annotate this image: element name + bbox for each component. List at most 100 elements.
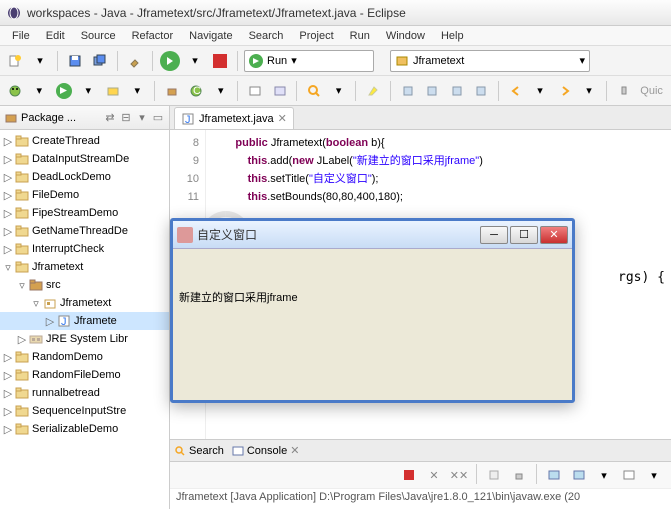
expand-icon[interactable]: ▷: [2, 153, 14, 166]
search-tab[interactable]: Search: [174, 445, 224, 457]
menu-run[interactable]: Run: [342, 28, 378, 44]
expand-icon[interactable]: ▷: [2, 369, 14, 382]
expand-icon[interactable]: ▿: [30, 297, 42, 310]
annotation-prev-button[interactable]: [397, 80, 419, 102]
jframe-popup[interactable]: 自定义窗口 ─ ☐ ✕ 新建立的窗口采用jframe: [170, 218, 575, 403]
menu-refactor[interactable]: Refactor: [124, 28, 182, 44]
run-config-select[interactable]: Run ▾: [244, 50, 374, 72]
jframe-close-button[interactable]: ✕: [540, 226, 568, 244]
tree-item-src[interactable]: ▿src: [0, 276, 169, 294]
run-dropdown[interactable]: ▾: [184, 50, 206, 72]
clear-console-button[interactable]: [483, 464, 505, 486]
new-dropdown[interactable]: ▾: [29, 50, 51, 72]
expand-icon[interactable]: ▷: [2, 423, 14, 436]
search-dropdown[interactable]: ▾: [328, 80, 350, 102]
expand-icon[interactable]: ▷: [2, 387, 14, 400]
tree-item-jframetext[interactable]: ▿Jframetext: [0, 258, 169, 276]
search-button[interactable]: [303, 80, 325, 102]
new-class-dropdown[interactable]: ▾: [210, 80, 232, 102]
display-selected-button[interactable]: ▾: [593, 464, 615, 486]
annotation-button-3[interactable]: [446, 80, 468, 102]
expand-icon[interactable]: ▷: [2, 351, 14, 364]
debug-dropdown[interactable]: ▾: [29, 80, 51, 102]
tree-item-deadlockdemo[interactable]: ▷DeadLockDemo: [0, 168, 169, 186]
tree-item-sequenceinputstre[interactable]: ▷SequenceInputStre: [0, 402, 169, 420]
terminate-button[interactable]: [398, 464, 420, 486]
forward-button[interactable]: [554, 80, 576, 102]
tree-item-filedemo[interactable]: ▷FileDemo: [0, 186, 169, 204]
tree-item-runnalbetread[interactable]: ▷runnalbetread: [0, 384, 169, 402]
build-button[interactable]: [124, 50, 146, 72]
back-dropdown[interactable]: ▾: [529, 80, 551, 102]
stop-button[interactable]: [209, 50, 231, 72]
tree-item-serializabledemo[interactable]: ▷SerializableDemo: [0, 420, 169, 438]
close-icon[interactable]: ✕: [290, 444, 299, 457]
jframe-minimize-button[interactable]: ─: [480, 226, 508, 244]
remove-launch-button[interactable]: ✕: [423, 464, 445, 486]
expand-icon[interactable]: ▷: [16, 333, 28, 346]
menu-help[interactable]: Help: [433, 28, 472, 44]
annotation-next-button[interactable]: [421, 80, 443, 102]
quick-access-label[interactable]: Quic: [640, 85, 667, 97]
run-button-2[interactable]: [53, 80, 75, 102]
save-button[interactable]: [64, 50, 86, 72]
editor-tab-jframetext[interactable]: J Jframetext.java ✕: [174, 107, 294, 129]
tree-item-jre-system-libr[interactable]: ▷JRE System Libr: [0, 330, 169, 348]
open-task-button[interactable]: [269, 80, 291, 102]
pin-console-button[interactable]: [568, 464, 590, 486]
minimize-view-icon[interactable]: ▭: [151, 111, 165, 125]
debug-button[interactable]: [4, 80, 26, 102]
view-menu-icon[interactable]: ▾: [135, 111, 149, 125]
project-select[interactable]: Jframetext ▾: [390, 50, 590, 72]
tree-item-randomfiledemo[interactable]: ▷RandomFileDemo: [0, 366, 169, 384]
expand-icon[interactable]: ▷: [2, 135, 14, 148]
run-dropdown-2[interactable]: ▾: [78, 80, 100, 102]
tree-item-jframetext[interactable]: ▿Jframetext: [0, 294, 169, 312]
menu-project[interactable]: Project: [291, 28, 341, 44]
expand-icon[interactable]: ▷: [2, 171, 14, 184]
tree-item-randomdemo[interactable]: ▷RandomDemo: [0, 348, 169, 366]
close-tab-icon[interactable]: ✕: [278, 112, 287, 125]
console-tab[interactable]: Console ✕: [232, 444, 300, 457]
open-type-button[interactable]: [244, 80, 266, 102]
new-class-button[interactable]: C: [185, 80, 207, 102]
menu-navigate[interactable]: Navigate: [181, 28, 240, 44]
remove-all-button[interactable]: ✕✕: [448, 464, 470, 486]
tree-item-datainputstreamde[interactable]: ▷DataInputStreamDe: [0, 150, 169, 168]
coverage-button[interactable]: [102, 80, 124, 102]
forward-dropdown[interactable]: ▾: [578, 80, 600, 102]
run-button[interactable]: [159, 50, 181, 72]
menu-source[interactable]: Source: [73, 28, 124, 44]
expand-icon[interactable]: ▷: [2, 243, 14, 256]
annotation-button-4[interactable]: [470, 80, 492, 102]
tree-item-jframete[interactable]: ▷JJframete: [0, 312, 169, 330]
expand-icon[interactable]: ▷: [2, 189, 14, 202]
expand-icon[interactable]: ▷: [2, 225, 14, 238]
jframe-maximize-button[interactable]: ☐: [510, 226, 538, 244]
link-editor-icon[interactable]: ⊟: [119, 111, 133, 125]
open-console-button[interactable]: [618, 464, 640, 486]
menu-file[interactable]: File: [4, 28, 38, 44]
coverage-dropdown[interactable]: ▾: [127, 80, 149, 102]
tree-item-fipestreamdemo[interactable]: ▷FipeStreamDemo: [0, 204, 169, 222]
tree-item-getnamethreadde[interactable]: ▷GetNameThreadDe: [0, 222, 169, 240]
collapse-all-icon[interactable]: ⇄: [103, 111, 117, 125]
menu-edit[interactable]: Edit: [38, 28, 73, 44]
show-console-button[interactable]: [543, 464, 565, 486]
expand-icon[interactable]: ▷: [44, 315, 56, 328]
save-all-button[interactable]: [89, 50, 111, 72]
expand-icon[interactable]: ▷: [2, 405, 14, 418]
new-package-button[interactable]: [161, 80, 183, 102]
menu-search[interactable]: Search: [241, 28, 292, 44]
menu-window[interactable]: Window: [378, 28, 433, 44]
jframe-titlebar[interactable]: 自定义窗口 ─ ☐ ✕: [173, 221, 572, 249]
scroll-lock-button[interactable]: [508, 464, 530, 486]
expand-icon[interactable]: ▿: [16, 279, 28, 292]
package-tree[interactable]: ▷CreateThread▷DataInputStreamDe▷DeadLock…: [0, 130, 169, 509]
expand-icon[interactable]: ▷: [2, 207, 14, 220]
expand-icon[interactable]: ▿: [2, 261, 14, 274]
tree-item-interruptcheck[interactable]: ▷InterruptCheck: [0, 240, 169, 258]
toggle-highlight-button[interactable]: [362, 80, 384, 102]
pin-button[interactable]: [613, 80, 635, 102]
back-button[interactable]: [505, 80, 527, 102]
